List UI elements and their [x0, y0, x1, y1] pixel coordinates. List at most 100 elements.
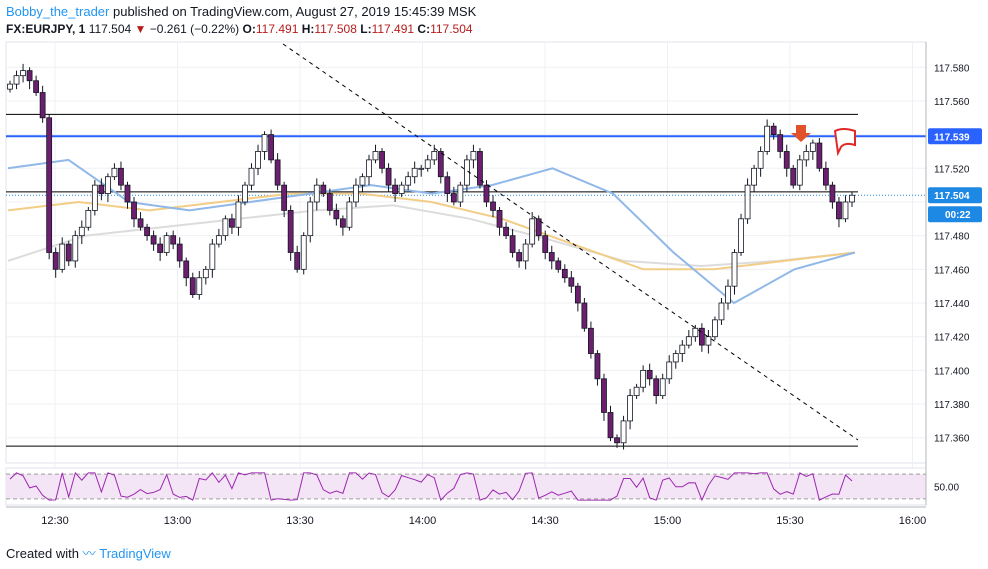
candle-body	[307, 201, 314, 237]
tradingview-link[interactable]: TradingView	[99, 546, 171, 561]
candle-body	[509, 235, 516, 253]
x-tick-label: 15:00	[654, 515, 682, 527]
candle-body	[620, 420, 627, 444]
candle-body	[170, 235, 177, 245]
candle-body	[640, 369, 647, 388]
candle-body	[463, 159, 470, 186]
candle-body	[490, 201, 496, 211]
candle-body	[424, 159, 431, 169]
candle-body	[150, 235, 157, 245]
candle-body	[672, 353, 679, 363]
candle-body	[725, 285, 731, 304]
candle-body	[679, 344, 686, 354]
candle-body	[7, 83, 13, 90]
candle-body	[105, 176, 111, 194]
candle-body	[313, 184, 320, 203]
candle-body	[39, 92, 46, 119]
x-tick-label: 16:00	[899, 515, 927, 527]
candle-body	[189, 277, 196, 296]
candle-body	[822, 167, 829, 186]
y-tick-label: 117.440	[934, 299, 970, 310]
candle-body	[601, 378, 607, 413]
price-badge-label: 117.539	[934, 132, 970, 143]
candle-body	[78, 226, 85, 237]
candle-body	[26, 70, 33, 82]
candle-body	[659, 378, 666, 397]
candle-body	[757, 151, 764, 169]
candle-body	[385, 167, 392, 186]
candle-body	[98, 184, 105, 194]
y-tick-label: 117.360	[934, 434, 970, 445]
candle-body	[829, 184, 836, 203]
candle-body	[85, 209, 92, 228]
candle-body	[13, 75, 20, 85]
candle-body	[255, 151, 261, 169]
candle-body	[803, 151, 810, 161]
candle-body	[712, 319, 718, 338]
candle-body	[294, 252, 301, 270]
x-tick-label: 13:30	[286, 515, 314, 527]
candle-body	[137, 218, 144, 228]
y-tick-label: 117.560	[934, 97, 970, 108]
candle-body	[483, 184, 490, 203]
candle-body	[111, 167, 118, 178]
candle-body	[783, 151, 790, 169]
candle-body	[842, 201, 849, 220]
candle-body	[157, 243, 164, 253]
candle-body	[718, 302, 725, 321]
candle-body	[568, 277, 575, 287]
price-badge-label: 117.504	[934, 191, 970, 202]
y-tick-label: 117.420	[934, 333, 970, 344]
candle-body	[346, 201, 353, 228]
candle-body	[176, 243, 183, 262]
candle-body	[548, 252, 555, 262]
candle-body	[418, 167, 425, 170]
candle-body	[405, 176, 412, 186]
created-with-text: Created with	[6, 546, 79, 561]
candle-body	[692, 327, 699, 338]
candle-body	[215, 235, 222, 245]
candle-body	[118, 167, 124, 186]
footer: Created with 〰 TradingView	[6, 543, 171, 562]
candle-body	[594, 353, 601, 380]
candle-body	[131, 201, 137, 220]
candle-body	[281, 184, 288, 211]
candle-body	[52, 252, 59, 270]
candle-body	[529, 218, 536, 245]
candle-body	[72, 235, 79, 262]
y-tick-label: 117.480	[934, 232, 970, 243]
candle-body	[809, 142, 816, 152]
candle-body	[398, 184, 405, 194]
candle-body	[705, 336, 712, 346]
candle-body	[450, 193, 457, 203]
candle-body	[646, 369, 653, 380]
candle-body	[685, 336, 692, 346]
candle-body	[790, 167, 797, 186]
candle-body	[91, 184, 98, 211]
candle-body	[738, 218, 744, 253]
candle-body	[457, 184, 464, 203]
candle-body	[124, 184, 131, 203]
candle-body	[607, 412, 614, 439]
candle-body	[20, 70, 26, 77]
candle-body	[46, 117, 53, 253]
candle-body	[731, 252, 738, 287]
candle-body	[333, 209, 340, 220]
candle-body	[287, 209, 294, 253]
y-tick-label: 117.380	[934, 400, 970, 411]
candle-body	[59, 243, 66, 270]
candle-body	[503, 226, 509, 237]
candle-body	[392, 184, 399, 194]
candle-body	[261, 134, 268, 152]
price-chart[interactable]: 117.580 117.560 117.520 117.480 117.460 117.4…	[0, 0, 988, 569]
candle-body	[222, 218, 229, 237]
candle-body	[816, 142, 823, 169]
candle-body	[849, 194, 855, 203]
candle-body	[561, 268, 568, 279]
candle-body	[581, 302, 588, 329]
x-tick-label: 14:30	[531, 515, 559, 527]
candle-body	[431, 151, 438, 161]
candle-body	[653, 378, 660, 397]
x-tick-label: 13:00	[164, 515, 192, 527]
candle-body	[496, 209, 503, 228]
